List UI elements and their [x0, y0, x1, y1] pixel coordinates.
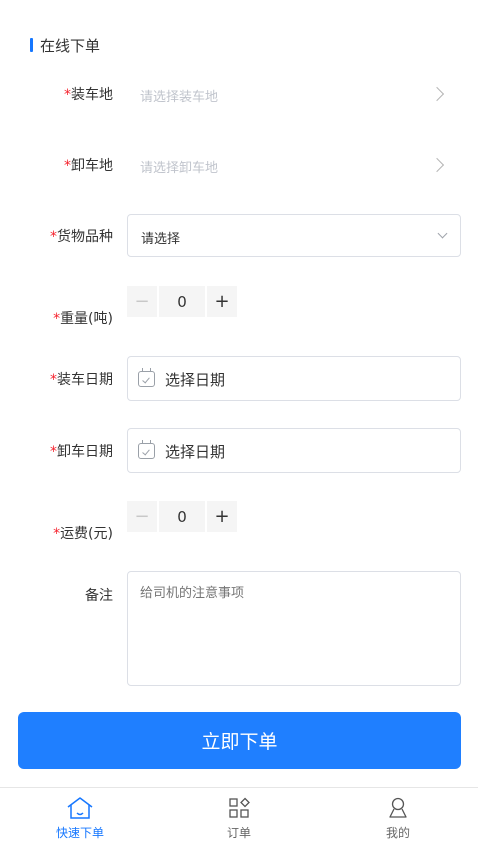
freight-minus-button[interactable]: −	[127, 501, 157, 532]
unloading-date-picker[interactable]: 选择日期	[127, 428, 461, 473]
unloading-place-placeholder: 请选择卸车地	[140, 161, 219, 176]
weight-value[interactable]: 0	[159, 286, 205, 317]
home-icon	[67, 797, 93, 819]
user-icon	[389, 797, 407, 818]
weight-minus-button[interactable]: −	[127, 286, 157, 317]
loading-place-label: *装车地	[64, 87, 113, 103]
section-header: 在线下单	[30, 36, 101, 55]
unloading-date-label: *卸车日期	[50, 443, 113, 460]
freight-stepper[interactable]: − 0 +	[127, 501, 237, 532]
section-title: 在线下单	[40, 36, 101, 55]
chevron-down-icon	[437, 228, 448, 239]
loading-date-label: *装车日期	[50, 371, 113, 388]
tab-quick-order-label: 快速下单	[55, 826, 104, 840]
weight-stepper[interactable]: − 0 +	[127, 286, 237, 317]
tab-quick-order[interactable]: 快速下单	[20, 788, 140, 850]
loading-place-row[interactable]: *装车地 请选择装车地	[0, 83, 478, 105]
loading-date-value: 选择日期	[165, 371, 226, 389]
freight-label: *运费(元)	[53, 526, 113, 542]
unloading-date-value: 选择日期	[165, 443, 226, 461]
tab-orders-label: 订单	[226, 826, 251, 840]
remark-textarea[interactable]	[127, 571, 461, 686]
chevron-right-icon	[429, 86, 445, 102]
remark-label: 备注	[85, 588, 113, 604]
weight-label: *重量(吨)	[53, 311, 113, 327]
weight-row: *重量(吨)	[0, 297, 478, 327]
bottom-tabbar: 快速下单 订单 我的	[0, 787, 478, 850]
calendar-icon	[138, 368, 155, 387]
tab-orders[interactable]: 订单	[179, 788, 299, 850]
goods-type-label: *货物品种	[50, 228, 113, 245]
unloading-place-row[interactable]: *卸车地 请选择卸车地	[0, 154, 478, 176]
submit-order-button[interactable]: 立即下单	[18, 712, 461, 769]
goods-type-value: 请选择	[141, 232, 181, 247]
chevron-right-icon	[429, 157, 445, 173]
calendar-icon	[138, 440, 155, 459]
freight-value[interactable]: 0	[159, 501, 205, 532]
loading-place-placeholder: 请选择装车地	[140, 90, 219, 105]
tab-mine[interactable]: 我的	[338, 788, 458, 850]
unloading-place-label: *卸车地	[64, 158, 113, 174]
loading-date-picker[interactable]: 选择日期	[127, 356, 461, 401]
freight-row: *运费(元)	[0, 512, 478, 542]
section-accent-bar	[30, 38, 33, 52]
tab-mine-label: 我的	[385, 826, 410, 840]
orders-icon	[229, 797, 250, 818]
goods-type-select[interactable]: 请选择	[127, 214, 461, 257]
weight-plus-button[interactable]: +	[207, 286, 237, 317]
freight-plus-button[interactable]: +	[207, 501, 237, 532]
